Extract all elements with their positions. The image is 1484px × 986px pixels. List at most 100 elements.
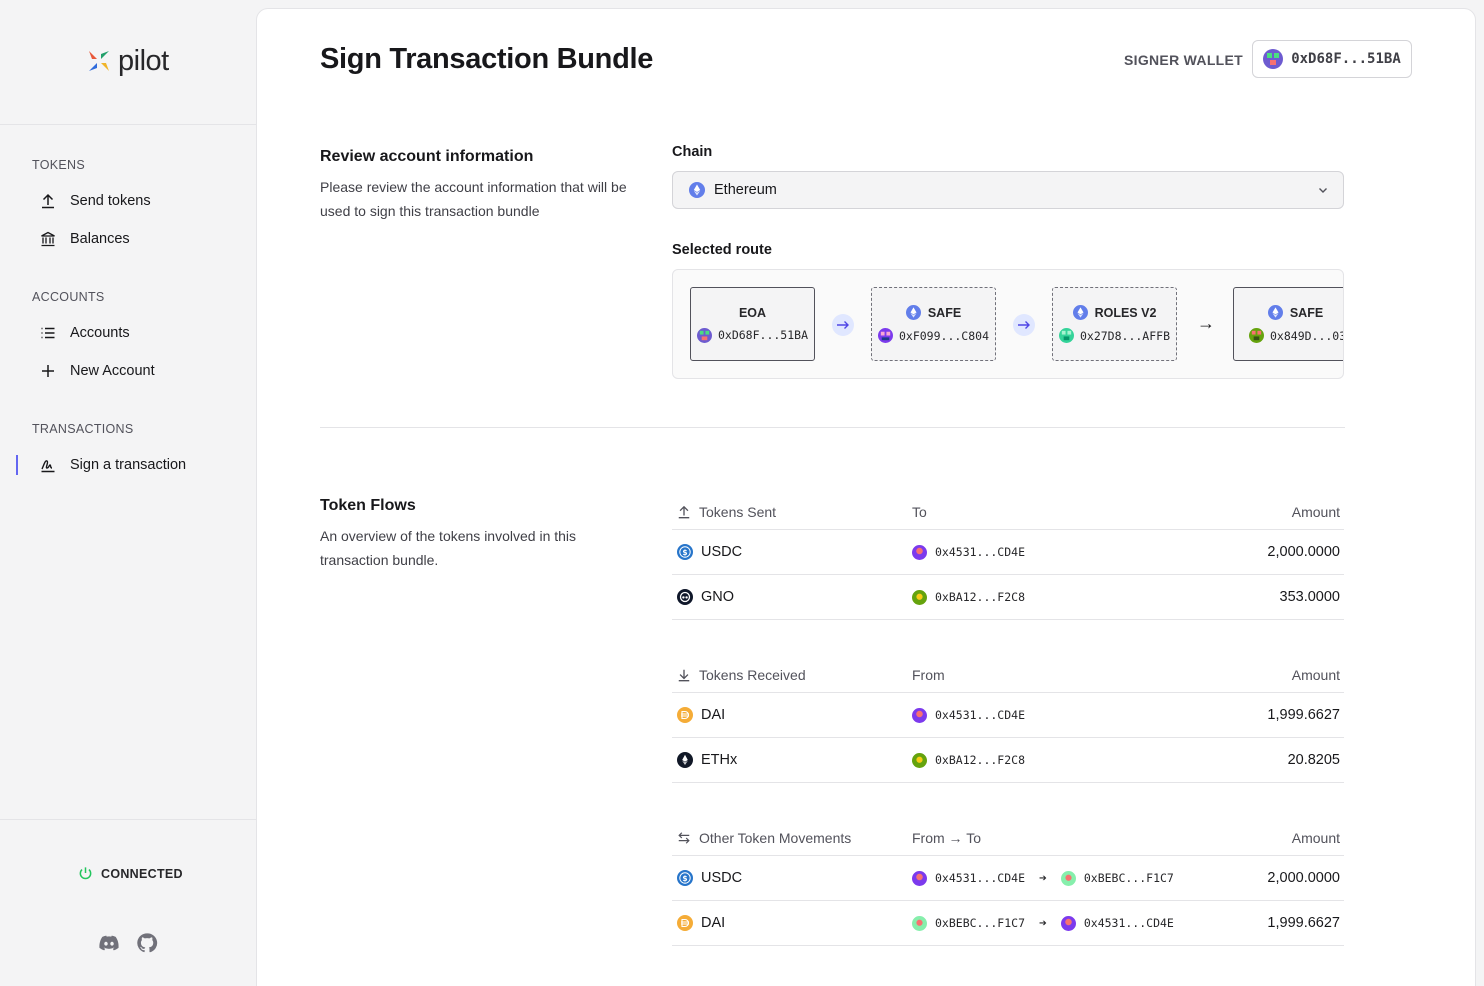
column-header: Amount bbox=[1291, 829, 1340, 846]
column-header: Amount bbox=[1291, 666, 1340, 683]
tokens-sent-table: Tokens Sent To Amount $ USDC 0x4531...CD… bbox=[672, 494, 1344, 620]
sidebar-section-accounts: ACCOUNTS bbox=[32, 290, 105, 304]
amount: 2,000.0000 bbox=[1267, 870, 1340, 886]
sidebar-divider bbox=[0, 124, 256, 125]
token-symbol: USDC bbox=[701, 544, 743, 560]
sidebar-item-accounts[interactable]: Accounts bbox=[40, 321, 130, 345]
table-row: $ USDC 0x4531...CD4E 2,000.0000 bbox=[672, 530, 1344, 575]
ethx-icon bbox=[677, 752, 693, 768]
signer-wallet-button[interactable]: 0xD68F...51BA bbox=[1252, 40, 1412, 78]
sidebar-item-send-tokens[interactable]: Send tokens bbox=[40, 189, 151, 213]
connection-status: CONNECTED bbox=[78, 866, 183, 881]
avatar-icon bbox=[696, 327, 712, 343]
avatar-icon bbox=[877, 328, 893, 343]
sidebar-item-label: Send tokens bbox=[70, 193, 151, 209]
sidebar-item-new-account[interactable]: New Account bbox=[40, 359, 155, 383]
address[interactable]: 0xBA12...F2C8 bbox=[935, 590, 1025, 604]
gno-icon bbox=[677, 589, 693, 605]
list-icon bbox=[41, 327, 55, 339]
ethereum-icon bbox=[1267, 305, 1283, 320]
other-movements-table: Other Token Movements From → To Amount $… bbox=[672, 820, 1344, 946]
pilot-logo-icon bbox=[89, 51, 109, 71]
address-avatar bbox=[1060, 870, 1076, 886]
route-hop-type: EOA bbox=[738, 305, 767, 320]
column-header: Tokens Received bbox=[699, 666, 806, 683]
review-section-description: Please review the account information th… bbox=[320, 179, 627, 219]
address[interactable]: 0xBA12...F2C8 bbox=[935, 753, 1025, 767]
pilot-logo[interactable]: pilot bbox=[86, 44, 169, 78]
token-symbol: ETHx bbox=[701, 752, 738, 768]
github-icon[interactable] bbox=[136, 932, 158, 954]
amount: 353.0000 bbox=[1279, 589, 1340, 605]
table-row: DAI 0xBEBC...F1C7 ➔ 0x4531...CD4E 1,999.… bbox=[672, 901, 1344, 946]
usdc-icon: $ bbox=[677, 544, 693, 560]
to-address[interactable]: 0xBEBC...F1C7 bbox=[1084, 871, 1174, 885]
route-arrow-icon bbox=[1013, 314, 1035, 336]
table-row: ETHx 0xBA12...F2C8 20.8205 bbox=[672, 738, 1344, 783]
route-hop-type: SAFE bbox=[1289, 305, 1324, 320]
route-hop-address: 0xF099...C804 bbox=[898, 328, 989, 343]
route-hop-roles[interactable]: ROLES V2 0x27D8...AFFB bbox=[1052, 287, 1177, 361]
route-label: Selected route bbox=[672, 242, 772, 258]
token-symbol: DAI bbox=[701, 915, 726, 931]
table-row: GNO 0xBA12...F2C8 353.0000 bbox=[672, 575, 1344, 620]
main-panel: Sign Transaction Bundle SIGNER WALLET 0x… bbox=[256, 8, 1476, 986]
avatar-icon bbox=[1058, 328, 1074, 343]
arrow-right-icon: ➔ bbox=[1039, 915, 1047, 931]
column-header: From bbox=[912, 666, 945, 683]
active-indicator bbox=[16, 455, 18, 475]
amount: 1,999.6627 bbox=[1267, 915, 1340, 931]
signer-wallet-label: SIGNER WALLET bbox=[1124, 52, 1244, 68]
column-header: Other Token Movements bbox=[699, 829, 852, 846]
connection-status-label: CONNECTED bbox=[101, 866, 183, 881]
sidebar-section-transactions: TRANSACTIONS bbox=[32, 422, 134, 436]
token-symbol: GNO bbox=[701, 589, 735, 605]
address[interactable]: 0x4531...CD4E bbox=[935, 708, 1025, 722]
sidebar: pilot TOKENS Send tokens Balances ACCOUN… bbox=[0, 0, 256, 986]
address-avatar bbox=[912, 707, 927, 723]
chevron-down-icon bbox=[1319, 188, 1327, 193]
wallet-avatar-icon bbox=[1263, 49, 1284, 69]
sidebar-item-sign-transaction[interactable]: Sign a transaction bbox=[40, 453, 186, 477]
download-icon bbox=[678, 669, 690, 681]
page-title: Sign Transaction Bundle bbox=[320, 43, 654, 75]
amount: 2,000.0000 bbox=[1267, 544, 1340, 560]
discord-icon[interactable] bbox=[98, 932, 120, 954]
tokens-received-table: Tokens Received From Amount DAI 0x4531..… bbox=[672, 657, 1344, 783]
svg-text:$: $ bbox=[682, 874, 687, 883]
ethereum-icon bbox=[905, 305, 921, 320]
to-address[interactable]: 0x4531...CD4E bbox=[1084, 916, 1174, 930]
signer-wallet-address: 0xD68F...51BA bbox=[1291, 51, 1401, 67]
route-hop-address: 0xD68F...51BA bbox=[717, 328, 808, 342]
bank-icon bbox=[41, 231, 55, 247]
route-box: EOA 0xD68F...51BA SAFE 0xF099...C804 ROL… bbox=[672, 269, 1344, 379]
sidebar-item-label: New Account bbox=[70, 363, 155, 379]
sidebar-item-balances[interactable]: Balances bbox=[40, 227, 130, 251]
avatar-icon bbox=[1249, 328, 1264, 343]
column-header: To bbox=[912, 503, 927, 520]
route-hop-eoa[interactable]: EOA 0xD68F...51BA bbox=[690, 287, 815, 361]
from-address[interactable]: 0xBEBC...F1C7 bbox=[935, 916, 1025, 930]
chain-select-value: Ethereum bbox=[714, 182, 777, 198]
signature-icon bbox=[41, 460, 55, 473]
sidebar-item-label: Accounts bbox=[70, 325, 130, 341]
route-hop-safe-1[interactable]: SAFE 0xF099...C804 bbox=[871, 287, 996, 361]
dai-icon bbox=[677, 915, 693, 931]
route-hop-safe-2[interactable]: SAFE 0x849D...039B bbox=[1233, 287, 1343, 361]
column-header: Amount bbox=[1291, 503, 1340, 520]
from-address[interactable]: 0x4531...CD4E bbox=[935, 871, 1025, 885]
upload-icon bbox=[42, 193, 54, 209]
table-row: $ USDC 0x4531...CD4E ➔ 0xBEBC...F1C7 2,0… bbox=[672, 856, 1344, 901]
svg-text:$: $ bbox=[682, 548, 687, 557]
address[interactable]: 0x4531...CD4E bbox=[935, 545, 1025, 559]
table-row: DAI 0x4531...CD4E 1,999.6627 bbox=[672, 693, 1344, 738]
address-avatar bbox=[912, 752, 927, 768]
route-hop-address: 0x849D...039B bbox=[1270, 328, 1343, 343]
amount: 20.8205 bbox=[1287, 752, 1340, 768]
route-hop-type: ROLES V2 bbox=[1094, 305, 1157, 320]
address-avatar bbox=[912, 915, 927, 931]
route-hop-address: 0x27D8...AFFB bbox=[1079, 328, 1170, 343]
chain-select[interactable]: Ethereum bbox=[672, 171, 1344, 209]
sidebar-section-tokens: TOKENS bbox=[32, 158, 85, 172]
address-avatar bbox=[912, 870, 927, 886]
